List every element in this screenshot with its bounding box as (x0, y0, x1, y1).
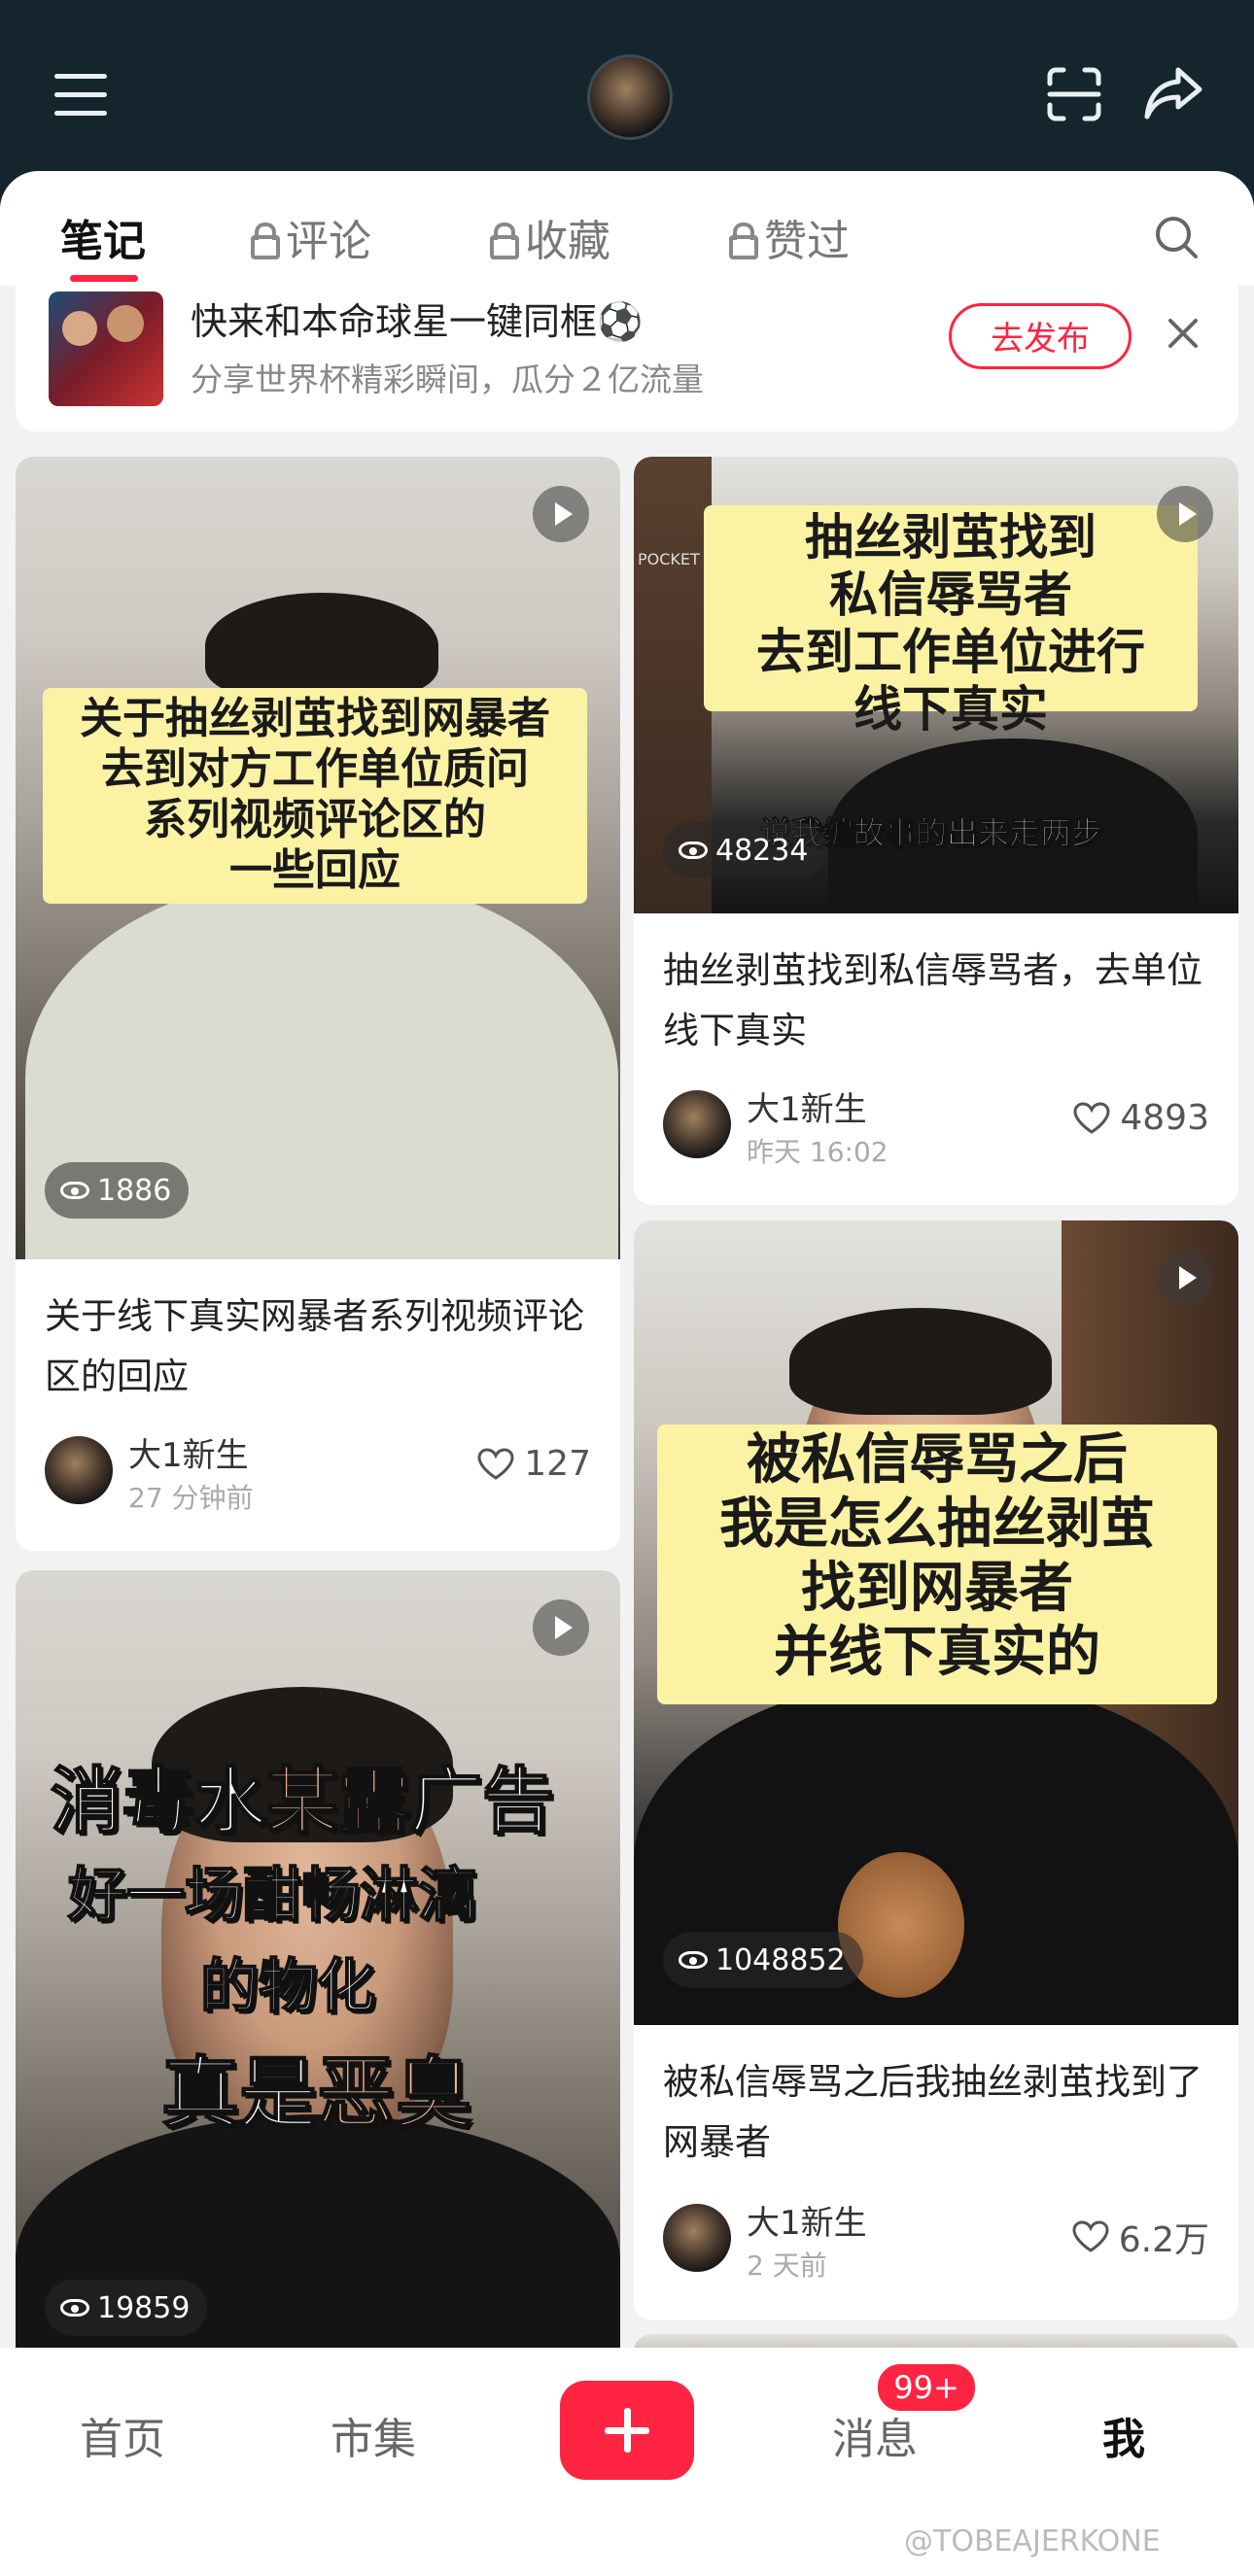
video-overlay-line: 消毒水某露广告 (50, 1743, 555, 1847)
video-caption: 关于抽丝剥茧找到网暴者 去到对方工作单位质问 系列视频评论区的 一些回应 (43, 688, 587, 904)
like-count: 4893 (1120, 1098, 1209, 1138)
menu-icon[interactable] (54, 74, 107, 119)
video-overlay-line: 好一场酣畅淋漓 (67, 1861, 477, 1931)
heart-icon (477, 1447, 514, 1480)
banner-image (49, 292, 163, 406)
search-icon[interactable] (1153, 214, 1200, 260)
tab-favorites-label: 收藏 (525, 217, 610, 266)
tab-comments[interactable]: 评论 (251, 206, 371, 268)
eye-icon (679, 1951, 708, 1969)
tab-bar: 笔记 评论 收藏 赞过 (0, 171, 1254, 286)
overlay-text: 广告 (409, 1759, 555, 1844)
nav-market[interactable]: 市集 (331, 2404, 416, 2466)
view-count: 19859 (45, 2280, 208, 2336)
video-overlay-line: 的物化 (199, 1952, 376, 2022)
like-button[interactable]: 4893 (1073, 1098, 1209, 1138)
lock-icon (729, 223, 758, 259)
hair-shape (205, 593, 438, 700)
nav-home[interactable]: 首页 (80, 2404, 165, 2466)
view-count-text: 1886 (97, 1173, 172, 1208)
video-overlay-line: 真是恶臭 (160, 2031, 473, 2144)
author-avatar[interactable] (45, 1436, 113, 1504)
play-icon (1157, 486, 1213, 542)
like-button[interactable]: 6.2万 (1072, 2212, 1209, 2262)
overlay-text: 真是 (160, 2047, 318, 2140)
scan-icon[interactable] (1046, 66, 1102, 122)
tab-liked[interactable]: 赞过 (729, 206, 850, 268)
like-button[interactable]: 127 (477, 1444, 591, 1484)
post-time: 昨天 16:02 (747, 1136, 888, 1168)
banner-subtitle: 分享世界杯精彩瞬间，瓜分２亿流量 (191, 361, 704, 398)
overlay-text: 消毒水 (50, 1759, 267, 1844)
author-name[interactable]: 大1新生 (747, 1082, 867, 1130)
video-caption: 抽丝剥茧找到 私信辱骂者 去到工作单位进行 线下真实 (704, 505, 1198, 738)
view-count-text: 19859 (97, 2290, 191, 2325)
lock-icon (490, 223, 519, 259)
tab-comments-label: 评论 (286, 217, 371, 266)
note-title[interactable]: 被私信辱骂之后我抽丝剥茧找到了网暴者 (663, 2052, 1217, 2173)
author-avatar[interactable] (663, 2204, 731, 2272)
heart-icon (1072, 2220, 1109, 2252)
play-icon (533, 1599, 589, 1656)
profile-avatar[interactable] (587, 54, 673, 140)
view-count: 1886 (45, 1162, 190, 1219)
message-badge: 99+ (875, 2361, 978, 2414)
note-card[interactable]: POCKET 抽丝剥茧找到 私信辱骂者 去到工作单位进行 线下真实 说我编故事的… (634, 457, 1238, 1205)
tab-notes-label: 笔记 (60, 217, 146, 266)
play-icon (1157, 1250, 1213, 1306)
play-icon (533, 486, 589, 542)
publish-button[interactable]: 去发布 (949, 303, 1132, 369)
eye-icon (679, 841, 708, 859)
post-time: 2 天前 (747, 2250, 827, 2282)
note-thumbnail[interactable] (634, 2334, 1238, 2348)
note-thumbnail[interactable]: 被私信辱骂之后 我是怎么抽丝剥茧 找到网暴者 并线下真实的 1048852 (634, 1220, 1238, 2025)
hair-shape (789, 1308, 1052, 1415)
create-post-button[interactable] (560, 2381, 694, 2480)
note-card[interactable]: 被私信辱骂之后 我是怎么抽丝剥茧 找到网暴者 并线下真实的 1048852 被私… (634, 1220, 1238, 2320)
overlay-text-highlight: 恶臭 (316, 2047, 473, 2140)
like-count: 6.2万 (1118, 2220, 1209, 2260)
note-card[interactable]: 关于抽丝剥茧找到网暴者 去到对方工作单位质问 系列视频评论区的 一些回应 188… (16, 457, 620, 1551)
close-icon[interactable] (1161, 311, 1205, 356)
note-title[interactable]: 抽丝剥茧找到私信辱骂者，去单位线下真实 (663, 941, 1217, 1061)
author-name[interactable]: 大1新生 (747, 2196, 867, 2244)
watermark: @TOBEAJERKONE (904, 2524, 1161, 2559)
like-count: 127 (524, 1444, 591, 1484)
heart-icon (1073, 1101, 1110, 1134)
share-icon[interactable] (1143, 64, 1203, 122)
note-thumbnail[interactable]: POCKET 抽丝剥茧找到 私信辱骂者 去到工作单位进行 线下真实 说我编故事的… (634, 457, 1238, 913)
tab-active-indicator (70, 275, 138, 282)
tab-notes[interactable]: 笔记 (60, 206, 146, 268)
note-thumbnail[interactable]: 关于抽丝剥茧找到网暴者 去到对方工作单位质问 系列视频评论区的 一些回应 188… (16, 457, 620, 1259)
overlay-text-highlight: 某露 (265, 1759, 411, 1844)
view-count-text: 1048852 (715, 1942, 846, 1977)
profile-content-panel: 笔记 评论 收藏 赞过 快来和本命球星一键同框⚽ 分享世界杯精彩瞬间，瓜分２亿流… (0, 171, 1254, 2348)
tab-favorites[interactable]: 收藏 (490, 206, 610, 268)
note-card[interactable]: 消毒水某露广告 好一场酣畅淋漓 的物化 真是恶臭 19859 (16, 1570, 620, 2348)
view-count: 1048852 (663, 1932, 863, 1988)
eye-icon (60, 1182, 89, 1199)
banner-title: 快来和本命球星一键同框⚽ (191, 300, 644, 343)
lock-icon (251, 223, 280, 259)
author-name[interactable]: 大1新生 (128, 1428, 249, 1476)
tab-liked-label: 赞过 (764, 217, 850, 266)
note-title[interactable]: 关于线下真实网暴者系列视频评论区的回应 (45, 1287, 599, 1407)
eye-icon (60, 2299, 89, 2317)
video-caption: 被私信辱骂之后 我是怎么抽丝剥茧 找到网暴者 并线下真实的 (657, 1425, 1217, 1704)
post-time: 27 分钟前 (128, 1482, 254, 1514)
author-avatar[interactable] (663, 1090, 731, 1158)
note-card[interactable] (634, 2334, 1238, 2348)
view-count: 48234 (663, 822, 826, 878)
nav-me[interactable]: 我 (1102, 2404, 1145, 2466)
note-thumbnail[interactable]: 消毒水某露广告 好一场酣畅淋漓 的物化 真是恶臭 19859 (16, 1570, 620, 2348)
poster-text: POCKET (638, 550, 700, 568)
promo-banner[interactable]: 快来和本命球星一键同框⚽ 分享世界杯精彩瞬间，瓜分２亿流量 去发布 (16, 286, 1238, 431)
view-count-text: 48234 (715, 833, 809, 868)
